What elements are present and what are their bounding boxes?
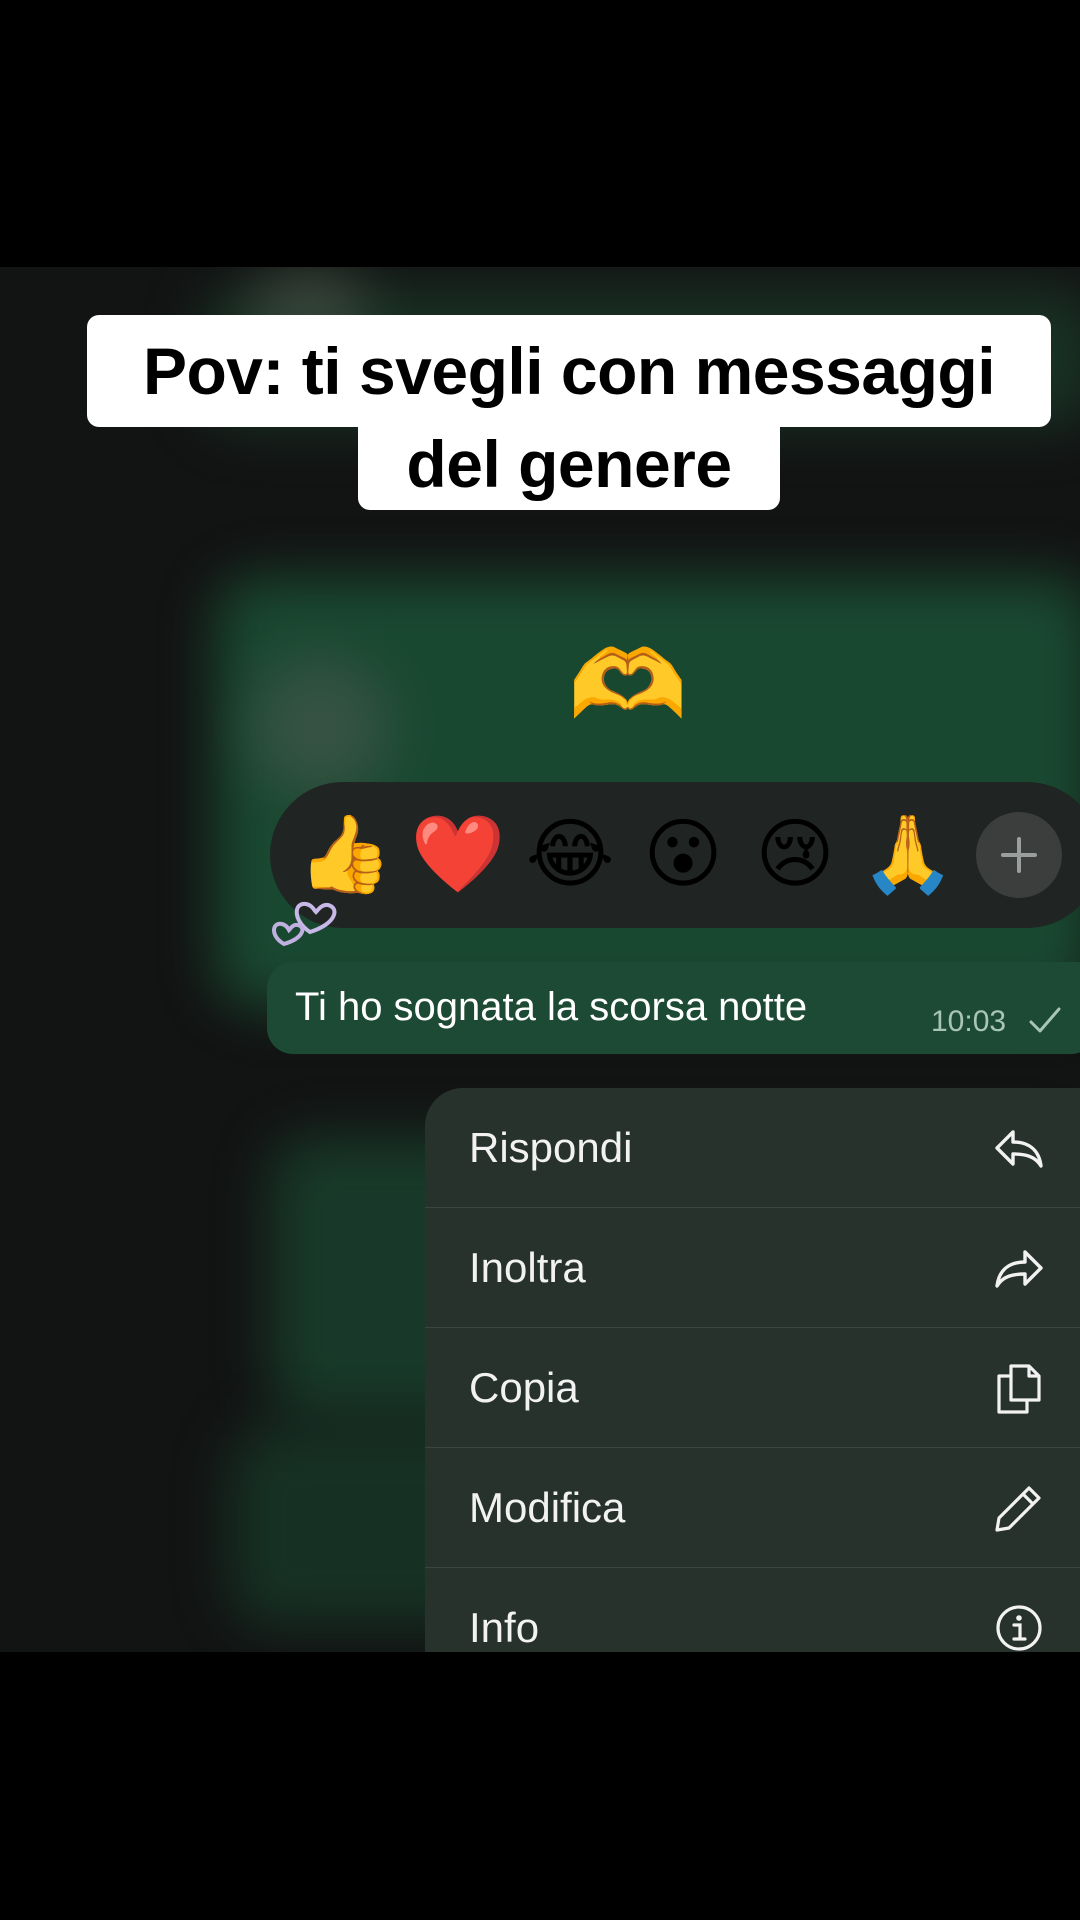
copy-icon bbox=[997, 1364, 1041, 1414]
forward-icon bbox=[995, 1250, 1043, 1288]
reaction-tears-of-joy[interactable]: 😂 bbox=[520, 802, 620, 908]
message-text: Ti ho sognata la scorsa notte bbox=[295, 985, 808, 1029]
menu-item-label: Rispondi bbox=[469, 1124, 633, 1171]
heart-hands-emoji[interactable]: 🫶 bbox=[568, 638, 688, 734]
menu-item-copy[interactable]: Copia bbox=[425, 1328, 1080, 1447]
message-bubble[interactable]: Ti ho sognata la scorsa notte 10:03 bbox=[267, 962, 1080, 1054]
menu-item-reply[interactable]: Rispondi bbox=[425, 1088, 1080, 1207]
pencil-icon bbox=[995, 1486, 1041, 1532]
blurred-background-avatar bbox=[250, 657, 390, 797]
context-menu: Rispondi Inoltra Copia Modifica Info bbox=[425, 1088, 1080, 1668]
reply-icon bbox=[995, 1130, 1043, 1168]
caption-line-2: del genere bbox=[358, 418, 780, 510]
menu-item-edit[interactable]: Modifica bbox=[425, 1448, 1080, 1567]
reaction-surprised[interactable]: 😮 bbox=[633, 802, 733, 908]
bottom-letterbox bbox=[0, 1652, 1080, 1920]
menu-item-forward[interactable]: Inoltra bbox=[425, 1208, 1080, 1327]
reaction-crying[interactable]: 😢 bbox=[745, 802, 845, 908]
menu-item-label: Copia bbox=[469, 1364, 579, 1411]
reaction-red-heart[interactable]: ❤️ bbox=[408, 802, 508, 908]
check-icon bbox=[1029, 1007, 1061, 1033]
message-time: 10:03 bbox=[931, 1005, 1007, 1038]
reaction-folded-hands[interactable]: 🙏 bbox=[858, 802, 958, 908]
floating-hearts-icon bbox=[272, 901, 337, 947]
caption-line-1: Pov: ti svegli con messaggi bbox=[87, 315, 1051, 427]
info-icon bbox=[996, 1605, 1042, 1651]
reaction-bar: 👍 ❤️ 😂 😮 😢 🙏 bbox=[270, 782, 1080, 928]
menu-item-label: Info bbox=[469, 1604, 540, 1651]
menu-item-label: Modifica bbox=[469, 1484, 626, 1531]
plus-icon[interactable] bbox=[976, 812, 1062, 898]
menu-item-label: Inoltra bbox=[469, 1244, 586, 1291]
